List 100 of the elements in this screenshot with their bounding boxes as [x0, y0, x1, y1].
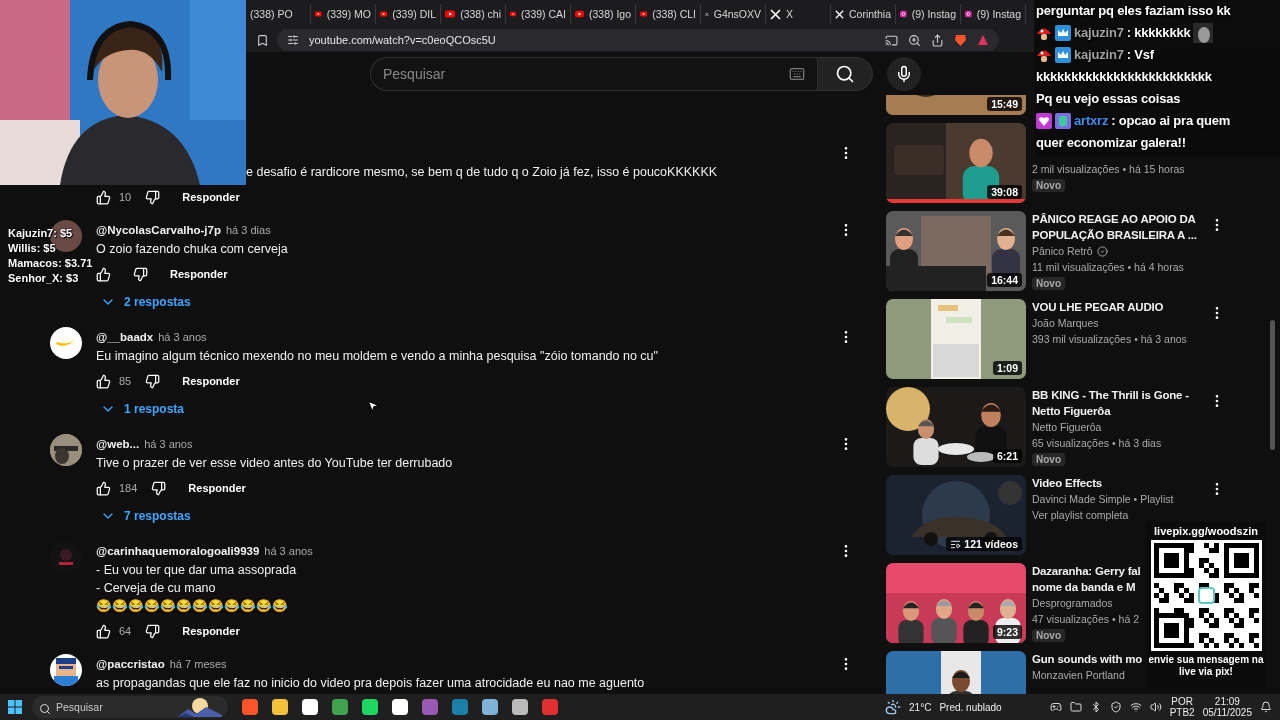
browser-tab[interactable]: (338) CLI	[636, 4, 701, 24]
app-icon[interactable]	[392, 699, 408, 715]
cast-icon[interactable]	[885, 33, 898, 47]
weather-text[interactable]: Pred. nublado	[939, 701, 1002, 713]
browser-tab[interactable]: G4nsOXV	[701, 4, 766, 24]
like-icon[interactable]	[96, 373, 111, 389]
donation-entry: Senhor_X: $3	[8, 271, 79, 286]
scrollbar[interactable]	[1270, 320, 1275, 450]
dislike-icon[interactable]	[145, 189, 161, 205]
app-icon[interactable]	[332, 699, 348, 715]
keyboard-icon[interactable]	[789, 65, 805, 82]
mic-button[interactable]	[887, 56, 921, 91]
video-title[interactable]: Video Effects	[1032, 475, 1103, 491]
reply-button[interactable]: Responder	[174, 371, 248, 391]
browser-tab[interactable]: (338) chi	[441, 4, 506, 24]
comment-author[interactable]: @paccristao	[96, 658, 165, 670]
replies-button[interactable]: 7 respostas	[96, 502, 195, 530]
video-title[interactable]: Dazaranha: Gerry fal nome da banda e M	[1032, 563, 1141, 595]
comment-author[interactable]: @NycolasCarvalho-j7p	[96, 224, 221, 236]
windows-icon[interactable]	[8, 700, 22, 714]
app-icon[interactable]	[362, 699, 378, 715]
app-icon[interactable]	[302, 699, 318, 715]
photo-avatar[interactable]	[50, 434, 82, 466]
app-icon[interactable]	[422, 699, 438, 715]
browser-tab[interactable]: (339) CAI	[506, 4, 571, 24]
shield-icon[interactable]	[1109, 701, 1122, 713]
browser-tab[interactable]: (339) MO	[311, 4, 376, 24]
browser-tab[interactable]: (338) Igo	[571, 4, 636, 24]
reply-button[interactable]: Responder	[180, 478, 254, 498]
video-title[interactable]: Gun sounds with mo	[1032, 651, 1143, 667]
browser-tab[interactable]: (9) Instag	[896, 4, 961, 24]
replies-button[interactable]: 2 respostas	[96, 288, 195, 316]
channel-name[interactable]: João Marques	[1032, 315, 1099, 331]
comment-time[interactable]: há 3 anos	[144, 438, 193, 450]
browser-tab[interactable]: (9) Instag	[961, 4, 1026, 24]
keyboard-layout[interactable]: PTB2	[1169, 707, 1195, 718]
playlist-link[interactable]: Ver playlist completa	[1032, 507, 1129, 523]
like-count: 64	[119, 625, 132, 637]
like-icon[interactable]	[96, 623, 111, 639]
dislike-icon[interactable]	[145, 373, 161, 389]
reply-button[interactable]: Responder	[162, 264, 236, 284]
folder-icon[interactable]	[1069, 701, 1082, 713]
like-icon[interactable]	[96, 189, 111, 205]
app-icon[interactable]	[452, 699, 468, 715]
app-icon[interactable]	[542, 699, 558, 715]
dislike-icon[interactable]	[145, 623, 161, 639]
bookmark-icon[interactable]	[256, 33, 269, 47]
video-title[interactable]: PÂNICO REAGE AO APOIO DA POPULAÇÃO BRASILEIRA A ...	[1032, 211, 1197, 243]
browser-tab[interactable]: (339) DIL	[376, 4, 441, 24]
zoom-icon[interactable]	[908, 33, 921, 47]
clock-time[interactable]: 21:09	[1214, 696, 1240, 707]
instagram-icon	[900, 8, 907, 20]
triangle-icon[interactable]	[977, 34, 989, 46]
video-title[interactable]: BB KING - The Thrill is Gone - Netto Figuerôa	[1032, 387, 1189, 419]
comment-time[interactable]: há 3 anos	[158, 331, 207, 343]
dislike-icon[interactable]	[151, 480, 167, 496]
temperature[interactable]: 21°C	[909, 701, 932, 713]
app-icon[interactable]	[272, 699, 288, 715]
language[interactable]: POR	[1171, 696, 1193, 707]
video-duration: 1:09	[993, 361, 1022, 375]
notification-icon[interactable]	[1260, 701, 1272, 713]
reply-button[interactable]: Responder	[174, 187, 248, 207]
video-title[interactable]: VOU LHE PEGAR AUDIO	[1032, 299, 1164, 315]
pix-note: envie sua mensagem na live via pix!	[1147, 654, 1265, 678]
weather-icon[interactable]	[885, 699, 902, 715]
comment-time[interactable]: há 3 dias	[226, 224, 271, 236]
gamepad-icon[interactable]	[1049, 701, 1062, 713]
app-icon[interactable]	[512, 699, 528, 715]
comment-time[interactable]: há 7 meses	[169, 658, 227, 670]
wifi-icon[interactable]	[1129, 701, 1142, 713]
browser-tab[interactable]: Corinthia	[831, 4, 896, 24]
search-field[interactable]: Pesquisar	[370, 56, 817, 91]
site-settings-icon[interactable]	[287, 34, 299, 46]
channel-name[interactable]: Pânico Retrô	[1032, 243, 1108, 259]
search-icon	[39, 703, 51, 715]
comment-author[interactable]: @web...	[96, 438, 140, 450]
reply-button[interactable]: Responder	[174, 621, 248, 641]
channel-name[interactable]: Desprogramados	[1032, 595, 1113, 611]
app-icon[interactable]	[482, 699, 498, 715]
clock-date[interactable]: 05/11/2025	[1202, 707, 1252, 718]
dislike-icon[interactable]	[133, 266, 148, 282]
chat-message: : kkkkkkkk	[1126, 24, 1191, 42]
like-icon[interactable]	[96, 266, 111, 282]
like-icon[interactable]	[96, 480, 111, 496]
pixel-avatar[interactable]	[50, 654, 82, 686]
replies-button[interactable]: 1 resposta	[96, 395, 189, 423]
channel-name[interactable]: Davinci Made Simple • Playlist	[1032, 491, 1174, 507]
address-bar[interactable]: youtube.com/watch?v=c0eoQCOsc5U	[277, 29, 999, 51]
channel-name[interactable]: Netto Figuerôa	[1032, 419, 1102, 435]
channel-name[interactable]: Monzavien Portland	[1032, 667, 1125, 683]
share-icon[interactable]	[931, 33, 944, 47]
comment-time[interactable]: há 3 anos	[264, 545, 313, 557]
comment-author[interactable]: @carinhaquemoralogoali9939	[96, 545, 260, 557]
comment-author[interactable]: @__baadx	[96, 331, 154, 343]
search-button[interactable]	[817, 56, 873, 91]
x-logo-icon	[835, 8, 844, 20]
banana-avatar[interactable]	[50, 327, 82, 359]
app-icon[interactable]	[242, 699, 258, 715]
volume-icon[interactable]	[1149, 701, 1162, 713]
browser-tab[interactable]: X	[766, 4, 831, 24]
